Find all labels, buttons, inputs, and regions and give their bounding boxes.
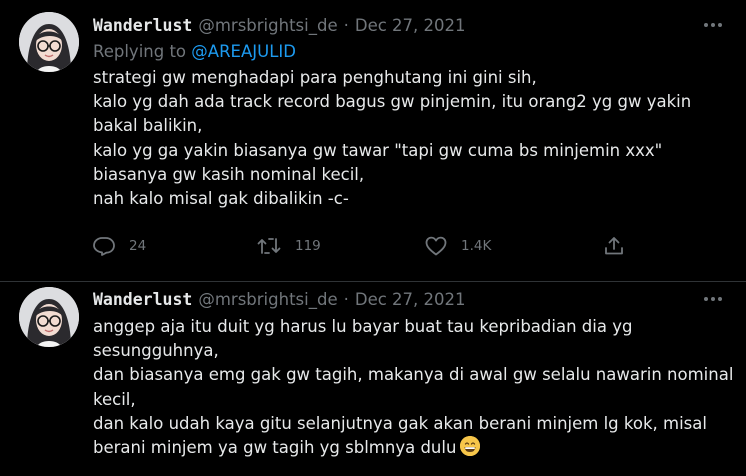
reply-button[interactable]: 24 xyxy=(93,234,146,258)
tweet-text-line: sesungguhnya, xyxy=(93,341,219,361)
user-handle[interactable]: @mrsbrightsi_de xyxy=(198,290,337,309)
tweet-text: strategi gw menghadapi para penghutang i… xyxy=(93,66,733,211)
retweet-button[interactable]: 119 xyxy=(257,234,321,258)
tweet[interactable]: Wanderlust @mrsbrightsi_de · Dec 27, 202… xyxy=(0,0,746,282)
display-name[interactable]: Wanderlust xyxy=(93,290,192,309)
replying-to: Replying to @AREAJULID xyxy=(93,42,296,61)
tweet-text-line: bakal balikin, xyxy=(93,116,203,136)
like-icon xyxy=(425,236,447,256)
more-icon[interactable] xyxy=(702,288,724,310)
tweet-text-line: biasanya gw kasih nominal kecil, xyxy=(93,164,365,184)
like-button[interactable]: 1.4K xyxy=(425,234,491,258)
replying-to-handle[interactable]: @AREAJULID xyxy=(191,42,296,61)
tweet[interactable]: Wanderlust @mrsbrightsi_de · Dec 27, 202… xyxy=(0,282,746,476)
reply-count: 24 xyxy=(129,238,147,254)
replying-prefix: Replying to xyxy=(93,42,187,61)
tweet-text: anggep aja itu duit yg harus lu bayar bu… xyxy=(93,315,733,460)
tweet-text-line: berani minjem ya gw tagih yg sblmnya dul… xyxy=(93,438,457,458)
tweet-header: Wanderlust @mrsbrightsi_de · Dec 27, 202… xyxy=(93,287,466,311)
display-name[interactable]: Wanderlust xyxy=(93,16,192,35)
tweet-text-line: nah kalo misal gak dibalikin -c- xyxy=(93,189,349,209)
retweet-count: 119 xyxy=(295,238,321,254)
user-handle[interactable]: @mrsbrightsi_de xyxy=(198,16,337,35)
separator-dot: · xyxy=(343,289,349,309)
like-count: 1.4K xyxy=(461,238,492,254)
tweet-actions: 24 119 1.4K xyxy=(93,234,633,258)
tweet-date[interactable]: Dec 27, 2021 xyxy=(355,290,466,309)
separator-dot: · xyxy=(343,15,349,35)
avatar[interactable] xyxy=(19,12,79,72)
tweet-text-line-last: berani minjem ya gw tagih yg sblmnya dul… xyxy=(93,436,733,460)
reply-icon xyxy=(93,236,115,256)
tweet-text-line: dan kalo udah kaya gitu selanjutnya gak … xyxy=(93,413,707,433)
tweet-text-line: strategi gw menghadapi para penghutang i… xyxy=(93,68,537,87)
tweet-text-line: kecil, xyxy=(93,389,136,409)
share-icon xyxy=(604,236,624,256)
more-icon[interactable] xyxy=(702,14,724,36)
grinning-face-emoji xyxy=(460,436,481,457)
tweet-header: Wanderlust @mrsbrightsi_de · Dec 27, 202… xyxy=(93,13,466,37)
tweet-text-line: anggep aja itu duit yg harus lu bayar bu… xyxy=(93,317,633,336)
retweet-icon xyxy=(257,236,281,256)
tweet-text-line: kalo yg dah ada track record bagus gw pi… xyxy=(93,92,692,112)
tweet-text-line: kalo yg ga yakin biasanya gw tawar "tapi… xyxy=(93,140,663,160)
avatar[interactable] xyxy=(19,287,79,347)
tweet-text-line: dan biasanya emg gak gw tagih, makanya d… xyxy=(93,365,734,385)
tweet-date[interactable]: Dec 27, 2021 xyxy=(355,16,466,35)
share-button[interactable] xyxy=(604,234,624,258)
